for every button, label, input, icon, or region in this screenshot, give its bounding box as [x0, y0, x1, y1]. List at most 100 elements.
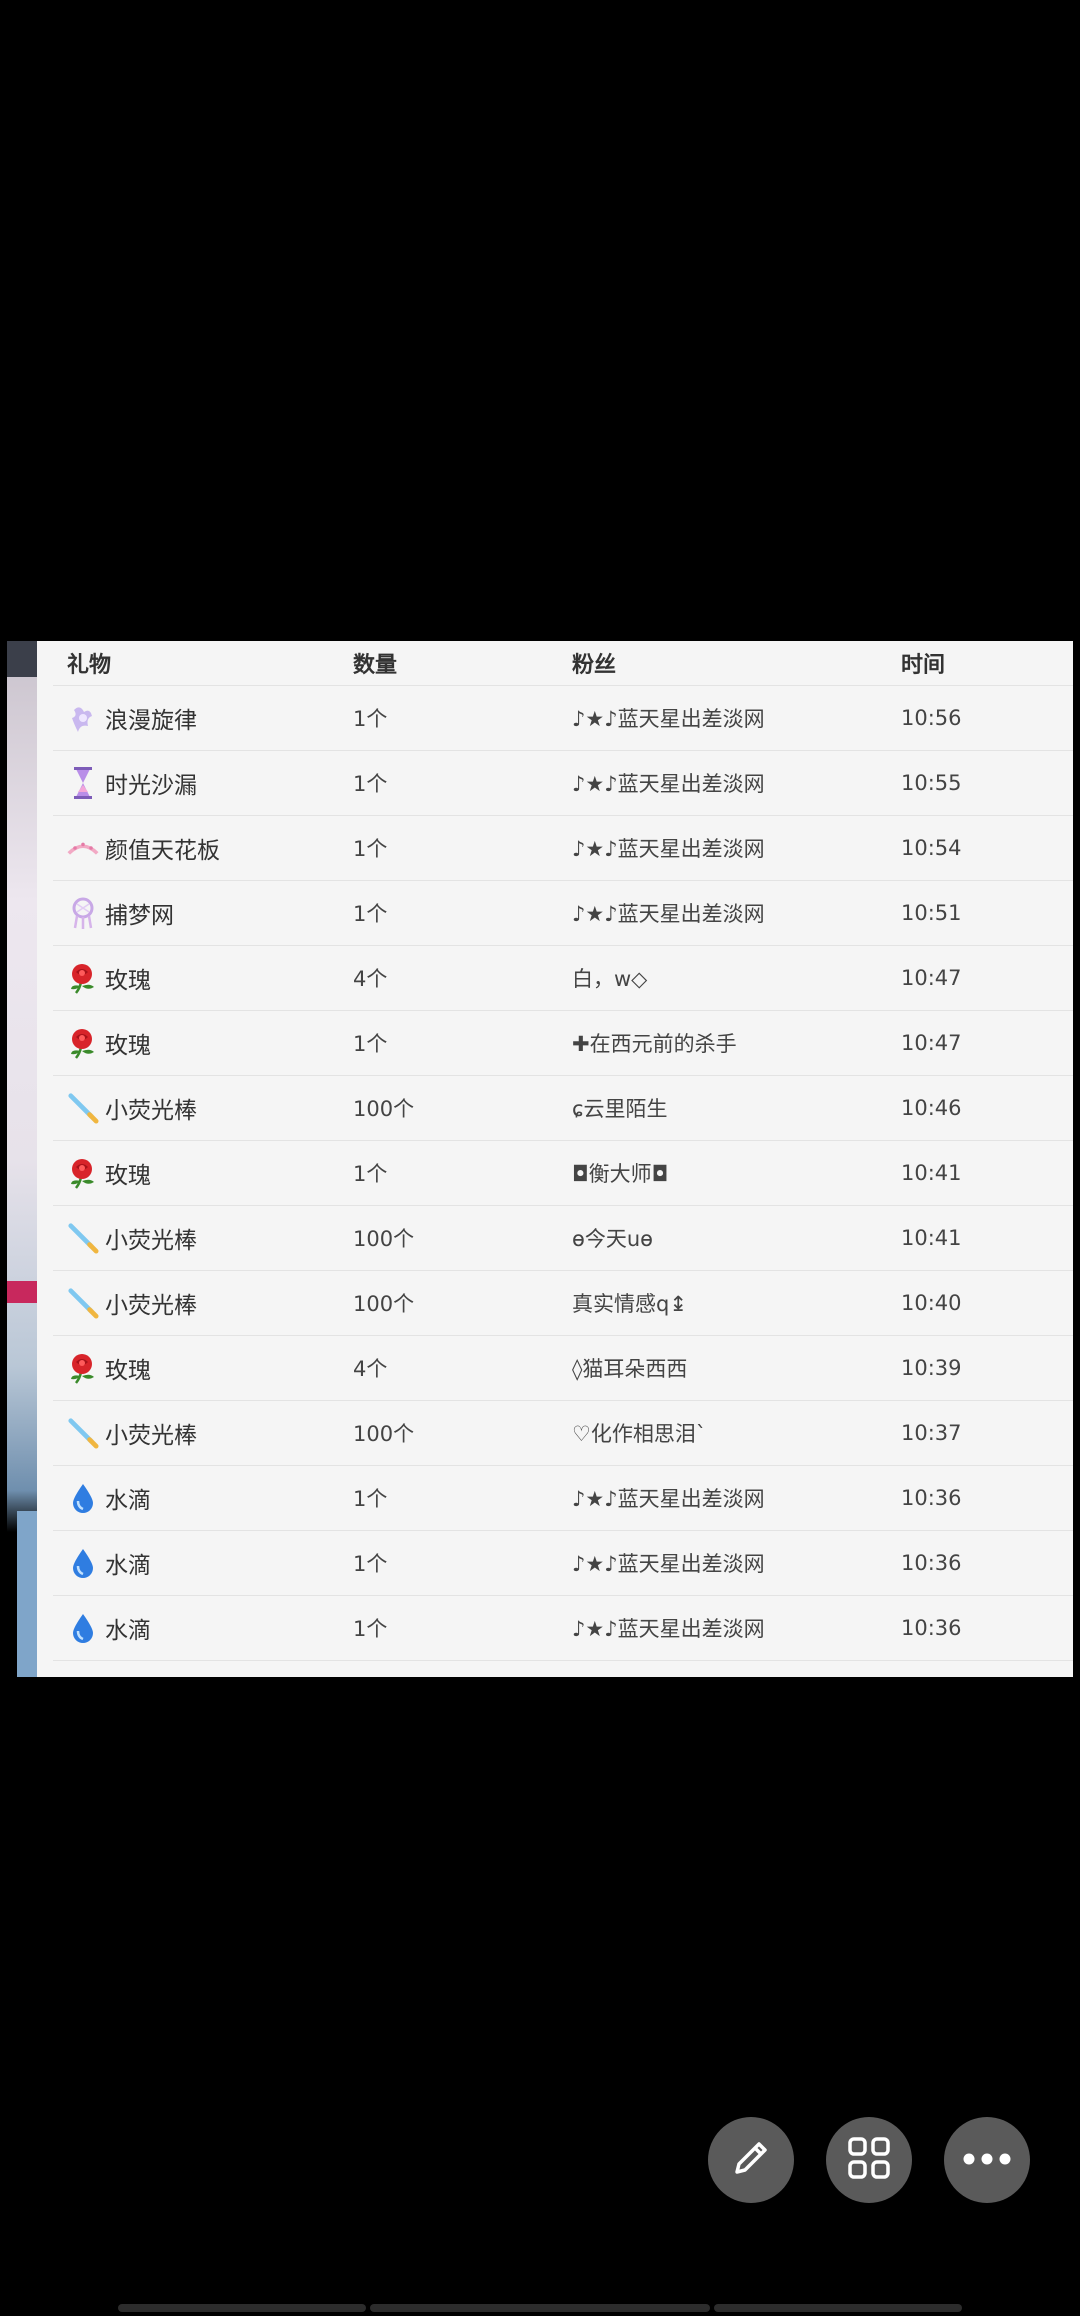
quantity-cell: 1个: [353, 707, 388, 731]
fan-cell: ɵ今天uɵ: [572, 1227, 654, 1251]
header-quantity: 数量: [353, 653, 398, 678]
fan-cell: ♡化作相思泪`: [572, 1422, 707, 1446]
fan-cell: 真实情感q↨: [572, 1292, 687, 1316]
gift-name: 小荧光棒: [105, 1293, 197, 1319]
time-cell: 10:41: [901, 1226, 962, 1250]
nav-bar-segment-right: [714, 2304, 962, 2312]
table-row: 小荧光棒 100个 ♡化作相思泪` 10:37: [53, 1401, 1073, 1466]
quantity-cell: 100个: [353, 1227, 415, 1251]
time-cell: 10:54: [901, 836, 962, 860]
fan-cell: ♪★♪蓝天星出差淡网: [572, 707, 765, 731]
pencil-icon: [727, 2134, 775, 2186]
gift-name: 玫瑰: [105, 1163, 151, 1189]
fan-cell: ◘衡大师◘: [572, 1162, 669, 1186]
gift-name: 小荧光棒: [105, 1423, 197, 1449]
fan-cell: ♪★♪蓝天星出差淡网: [572, 772, 765, 796]
gift-cell: 时光沙漏: [53, 766, 353, 800]
time-cell: 10:46: [901, 1096, 962, 1120]
gift-cell: 玫瑰: [53, 1351, 353, 1385]
time-cell: 10:41: [901, 1161, 962, 1185]
table-row: 时光沙漏 1个 ♪★♪蓝天星出差淡网 10:55: [53, 751, 1073, 816]
gift-cell: 小荧光棒: [53, 1416, 353, 1450]
gift-cell: 小荧光棒: [53, 1286, 353, 1320]
gift-name: 小荧光棒: [105, 1228, 197, 1254]
glowstick-icon: [67, 1287, 99, 1319]
rose-icon: [67, 1157, 99, 1189]
table-row: 小荧光棒 100个 ɕ云里陌生 10:46: [53, 1076, 1073, 1141]
gift-name: 水滴: [105, 1553, 151, 1579]
gift-cell: 水滴: [53, 1546, 353, 1580]
water-drop-icon: [67, 1482, 99, 1514]
edit-button[interactable]: [708, 2117, 794, 2203]
gift-cell: 玫瑰: [53, 961, 353, 995]
fan-cell: ♪★♪蓝天星出差淡网: [572, 837, 765, 861]
time-cell: 10:36: [901, 1486, 962, 1510]
time-cell: 10:51: [901, 901, 962, 925]
more-button[interactable]: [944, 2117, 1030, 2203]
fan-cell: ♪★♪蓝天星出差淡网: [572, 902, 765, 926]
fan-cell: ♪★♪蓝天星出差淡网: [572, 1552, 765, 1576]
quantity-cell: 100个: [353, 1422, 415, 1446]
table-row: 玫瑰 4个 ◊猫耳朵西西 10:39: [53, 1336, 1073, 1401]
gift-name: 小荧光棒: [105, 1098, 197, 1124]
header-fan: 粉丝: [572, 653, 617, 678]
table-row: 小荧光棒 100个 ɵ今天uɵ 10:41: [53, 1206, 1073, 1271]
gift-table: 礼物 数量 粉丝 时间 浪漫旋律 1个 ♪★♪蓝天星出差淡网 10:56 时光沙漏 1个 ♪…: [53, 641, 1073, 1661]
water-drop-icon: [67, 1547, 99, 1579]
gift-cell: 小荧光棒: [53, 1091, 353, 1125]
fan-cell: ✚在西元前的杀手: [572, 1032, 737, 1056]
gift-name: 玫瑰: [105, 1358, 151, 1384]
dreamcatcher-icon: [67, 897, 99, 929]
gift-cell: 浪漫旋律: [53, 701, 353, 735]
time-cell: 10:56: [901, 706, 962, 730]
gift-name: 时光沙漏: [105, 773, 197, 799]
gift-name: 水滴: [105, 1488, 151, 1514]
ceiling-icon: [67, 832, 99, 864]
glowstick-icon: [67, 1092, 99, 1124]
quantity-cell: 1个: [353, 1552, 388, 1576]
time-cell: 10:47: [901, 1031, 962, 1055]
rose-icon: [67, 1027, 99, 1059]
time-cell: 10:37: [901, 1421, 962, 1445]
table-row: 水滴 1个 ♪★♪蓝天星出差淡网 10:36: [53, 1466, 1073, 1531]
fan-cell: ♪★♪蓝天星出差淡网: [572, 1617, 765, 1641]
table-body: 浪漫旋律 1个 ♪★♪蓝天星出差淡网 10:56 时光沙漏 1个 ♪★♪蓝天星出差淡网 10:…: [53, 686, 1073, 1661]
table-row: 玫瑰 1个 ✚在西元前的杀手 10:47: [53, 1011, 1073, 1076]
table-row: 捕梦网 1个 ♪★♪蓝天星出差淡网 10:51: [53, 881, 1073, 946]
gift-cell: 玫瑰: [53, 1156, 353, 1190]
time-cell: 10:47: [901, 966, 962, 990]
gift-name: 捕梦网: [105, 903, 174, 929]
table-row: 水滴 1个 ♪★♪蓝天星出差淡网 10:36: [53, 1531, 1073, 1596]
rose-icon: [67, 1352, 99, 1384]
time-cell: 10:36: [901, 1616, 962, 1640]
more-dots-icon: [962, 2151, 1012, 2170]
screenshot-image: 礼物 数量 粉丝 时间 浪漫旋律 1个 ♪★♪蓝天星出差淡网 10:56 时光沙漏 1个 ♪…: [7, 641, 1073, 1677]
time-cell: 10:40: [901, 1291, 962, 1315]
gift-name: 水滴: [105, 1618, 151, 1644]
hourglass-icon: [67, 767, 99, 799]
fan-cell: ◊猫耳朵西西: [572, 1357, 688, 1381]
gift-cell: 颜值天花板: [53, 831, 353, 865]
quantity-cell: 1个: [353, 837, 388, 861]
gift-cell: 水滴: [53, 1481, 353, 1515]
quantity-cell: 1个: [353, 902, 388, 926]
gift-cell: 水滴: [53, 1611, 353, 1645]
gift-cell: 小荧光棒: [53, 1221, 353, 1255]
header-gift: 礼物: [67, 653, 112, 678]
quantity-cell: 1个: [353, 1487, 388, 1511]
header-time: 时间: [901, 653, 946, 678]
glowstick-icon: [67, 1417, 99, 1449]
gift-cell: 捕梦网: [53, 896, 353, 930]
quantity-cell: 4个: [353, 1357, 388, 1381]
nav-bar-segment-center: [370, 2304, 710, 2312]
glowstick-icon: [67, 1222, 99, 1254]
table-row: 浪漫旋律 1个 ♪★♪蓝天星出差淡网 10:56: [53, 686, 1073, 751]
quantity-cell: 1个: [353, 1162, 388, 1186]
gift-name: 玫瑰: [105, 968, 151, 994]
gift-cell: 玫瑰: [53, 1026, 353, 1060]
water-drop-icon: [67, 1612, 99, 1644]
time-cell: 10:36: [901, 1551, 962, 1575]
quantity-cell: 100个: [353, 1097, 415, 1121]
apps-button[interactable]: [826, 2117, 912, 2203]
video-edge-strip: [7, 641, 53, 1677]
